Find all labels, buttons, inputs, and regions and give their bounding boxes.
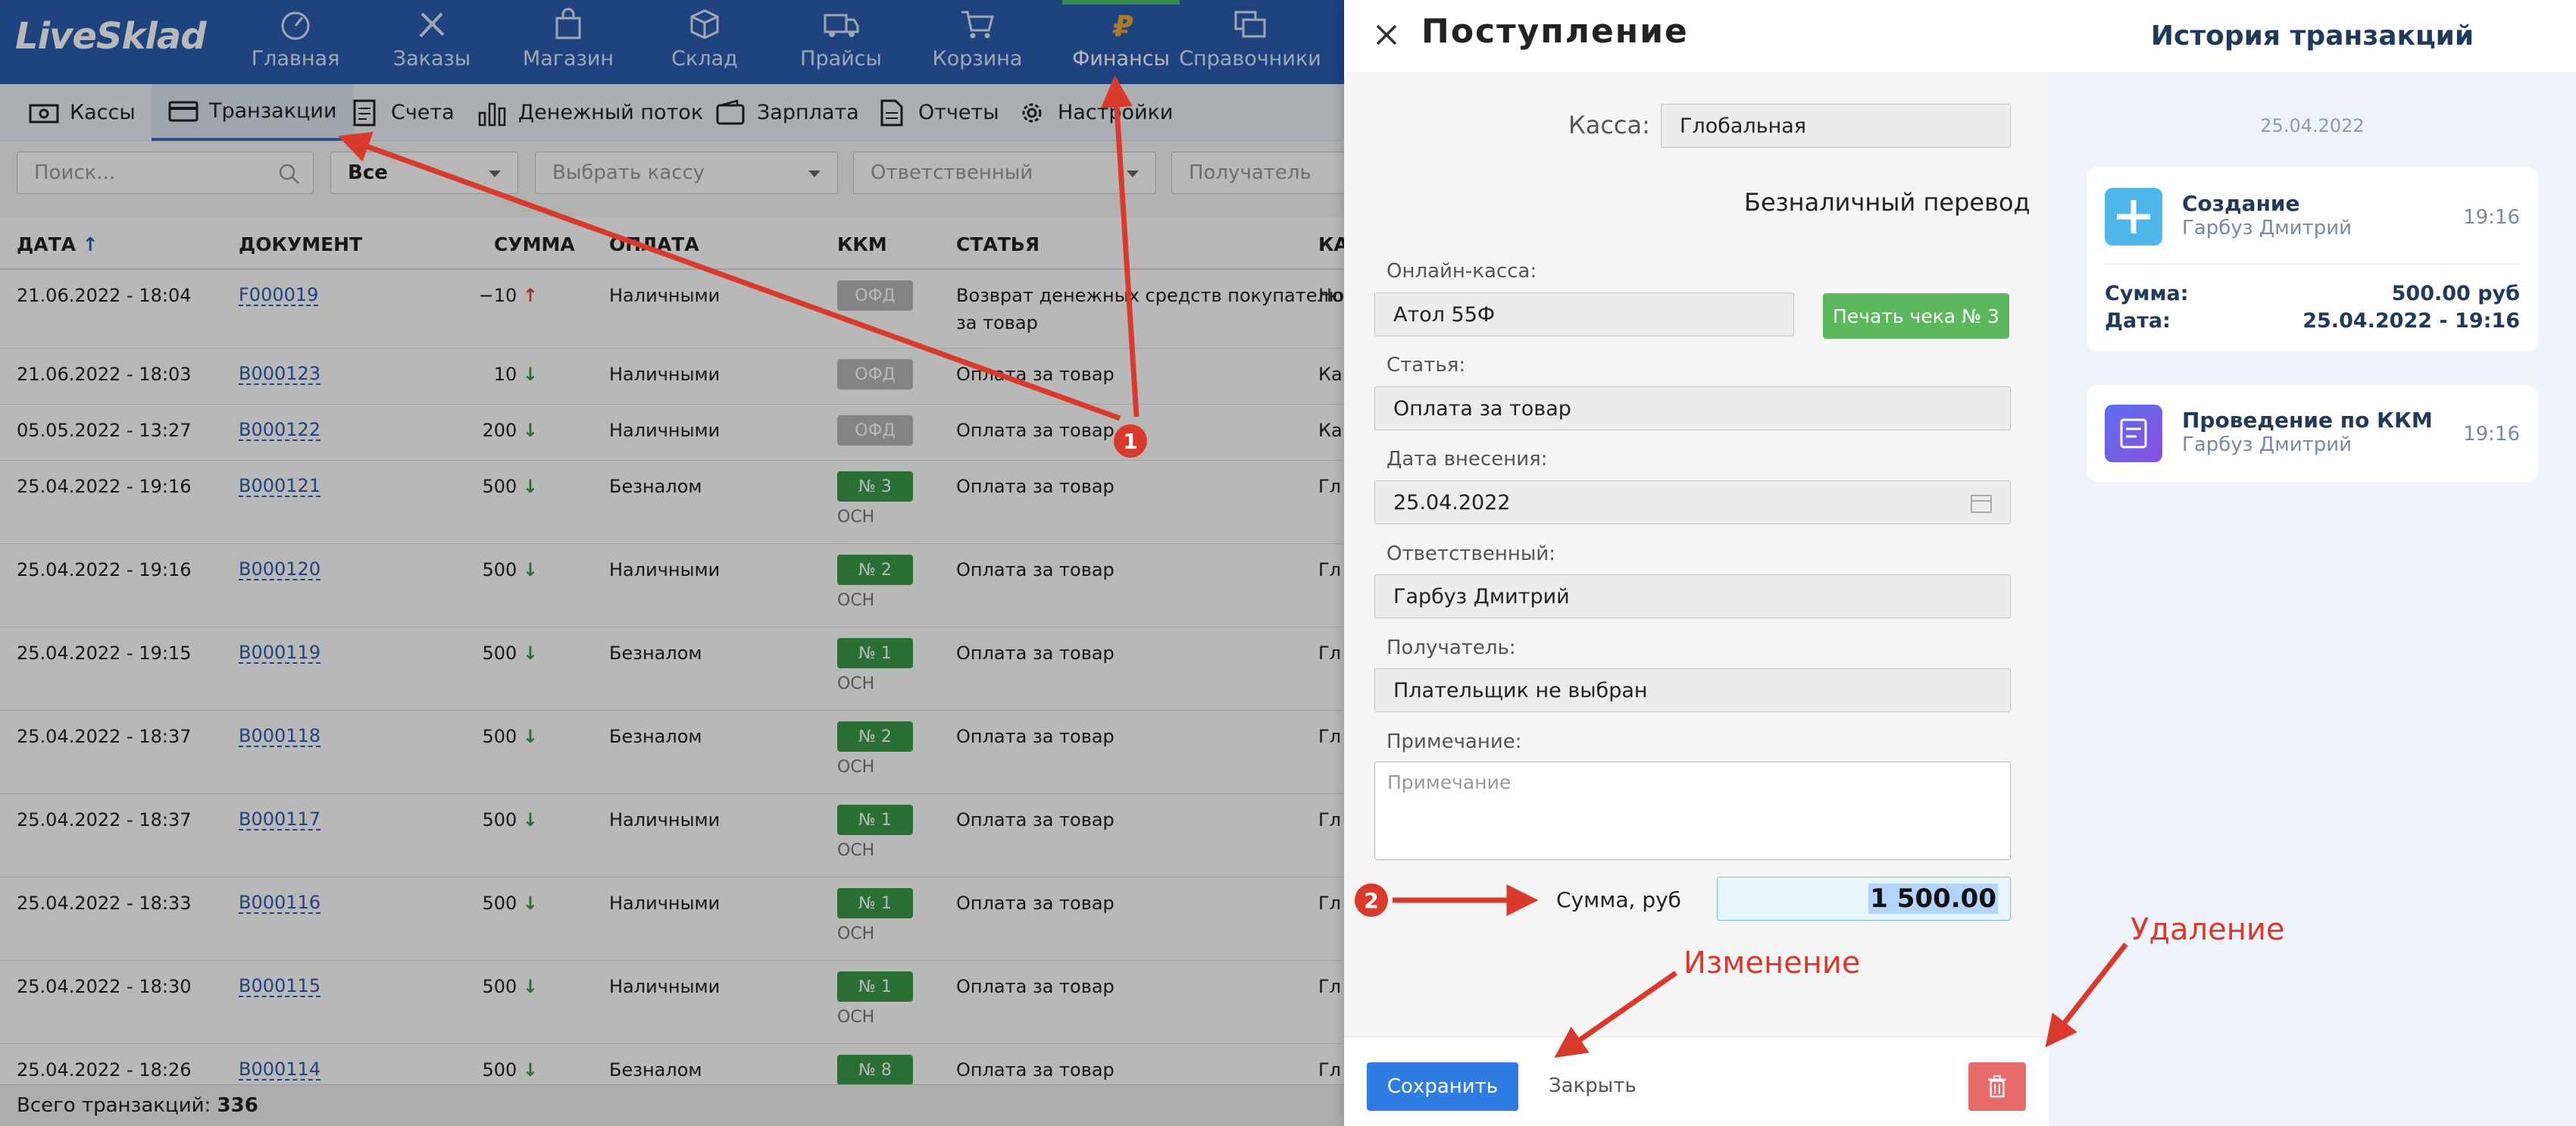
card-title: Проведение по ККМ (2182, 408, 2433, 433)
recipient-field[interactable]: Плательщик не выбран (1374, 668, 2011, 712)
close-button[interactable]: Закрыть (1549, 1074, 1637, 1097)
payment-type-label: Безналичный перевод (1744, 188, 2030, 217)
sum-value: 1 500.00 (1868, 884, 1998, 914)
annotation-delete: Удаление (2131, 912, 2285, 947)
history-card-kkm: Проведение по ККМ Гарбуз Дмитрий 19:16 (2087, 385, 2538, 482)
close-icon[interactable] (1371, 20, 1402, 50)
online-kkm-label: Онлайн-касса: (1386, 260, 1537, 283)
history-title: История транзакций (2150, 20, 2474, 52)
card-time: 19:16 (2463, 206, 2520, 229)
note-placeholder: Примечание (1387, 771, 1512, 793)
responsible-label: Ответственный: (1386, 543, 1556, 565)
online-kkm-field[interactable]: Атол 55Ф (1374, 292, 1794, 336)
modal-title: Поступление (1421, 12, 1689, 51)
note-textarea[interactable]: Примечание (1374, 762, 2011, 860)
calendar-icon[interactable] (1969, 492, 1993, 515)
note-label: Примечание: (1386, 730, 1522, 753)
card-time: 19:16 (2463, 423, 2520, 446)
card-title: Создание (2182, 191, 2300, 216)
card-date-row: Дата: 25.04.2022 - 19:16 (2105, 309, 2520, 333)
trash-icon (1987, 1075, 2007, 1098)
responsible-field[interactable]: Гарбуз Дмитрий (1374, 574, 2011, 618)
annotation-marker-1: 1 (1114, 424, 1147, 458)
cash-label: Касса: (1568, 111, 1650, 139)
history-header: История транзакций (2049, 0, 2576, 72)
receipt-icon (2105, 405, 2162, 462)
date-label: Дата внесения: (1386, 448, 1548, 471)
print-receipt-button[interactable]: Печать чека № 3 (1823, 293, 2009, 339)
date-field[interactable]: 25.04.2022 (1374, 480, 2011, 524)
article-field[interactable]: Оплата за товар (1374, 386, 2011, 430)
save-button[interactable]: Сохранить (1367, 1062, 1518, 1111)
modal-footer: Сохранить Закрыть (1344, 1037, 2049, 1126)
annotation-edit: Изменение (1683, 946, 1861, 981)
modal-header: Поступление (1344, 0, 2049, 72)
card-user: Гарбуз Дмитрий (2182, 217, 2352, 239)
transactions-page: LiveSklad Главная Заказы Магазин Склад П… (0, 0, 1344, 1126)
history-card-created: Создание Гарбуз Дмитрий 19:16 Сумма: 500.… (2087, 167, 2538, 352)
article-label: Статья: (1386, 354, 1466, 377)
annotation-marker-2: 2 (1355, 884, 1388, 917)
card-user: Гарбуз Дмитрий (2182, 433, 2352, 456)
modal-overlay[interactable] (0, 0, 1344, 1126)
plus-icon (2105, 188, 2162, 246)
delete-button[interactable] (1968, 1062, 2026, 1111)
recipient-label: Получатель: (1386, 637, 1516, 659)
cash-field[interactable]: Глобальная (1661, 104, 2011, 148)
sum-label: Сумма, руб (1556, 887, 1681, 912)
history-panel: История транзакций 25.04.2022 Создание Г… (2049, 0, 2576, 1126)
date-value: 25.04.2022 (1393, 490, 1511, 515)
history-date: 25.04.2022 (2260, 115, 2365, 136)
card-sum-row: Сумма: 500.00 руб (2105, 282, 2520, 305)
sum-input[interactable]: 1 500.00 (1717, 877, 2011, 921)
